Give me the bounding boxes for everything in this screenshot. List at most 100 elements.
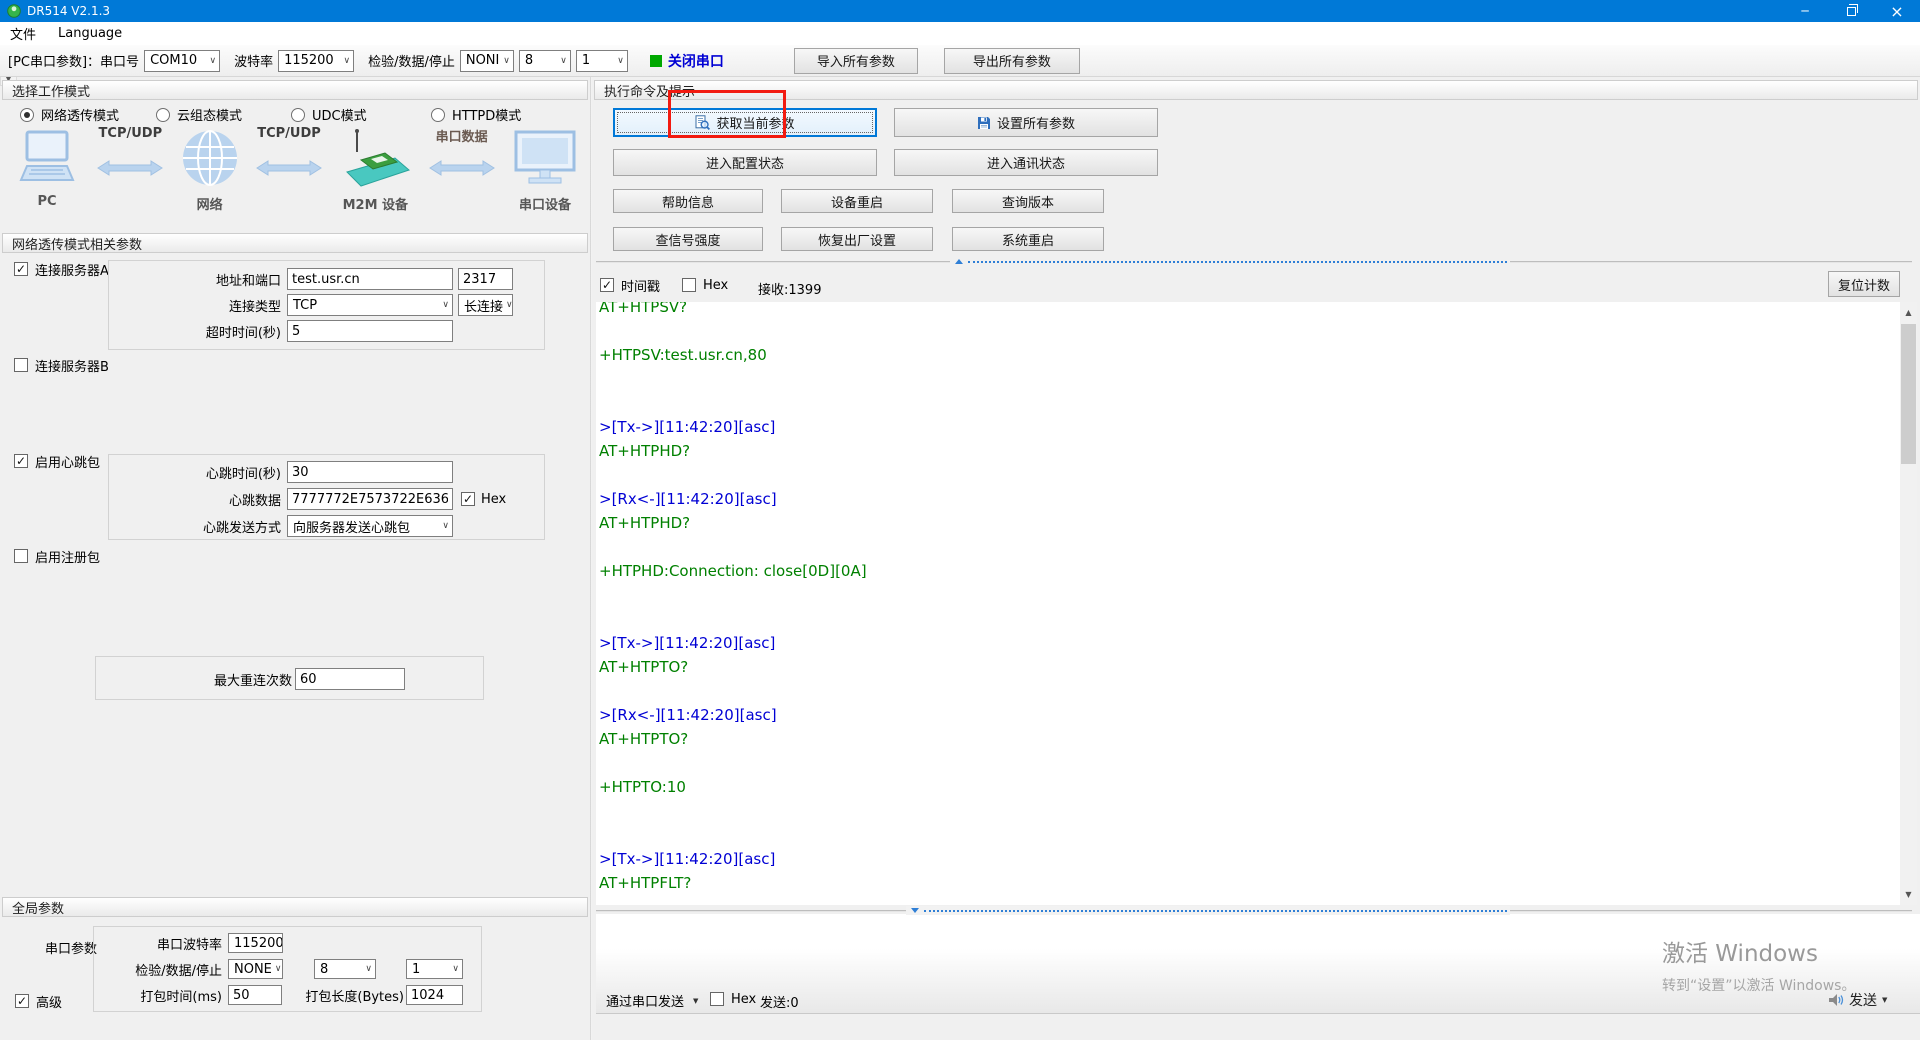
- stopbits-value: 1: [582, 53, 590, 68]
- radio-icon: [431, 108, 445, 122]
- panel-divider[interactable]: [590, 77, 592, 1040]
- export-params-button[interactable]: 导出所有参数: [944, 48, 1080, 74]
- watermark-line2: 转到“设置”以激活 Windows。: [1662, 975, 1855, 995]
- menu-file[interactable]: 文件: [10, 24, 36, 43]
- checkbox-checked-icon[interactable]: ✓: [461, 492, 475, 506]
- server-a-label: 连接服务器A: [35, 260, 109, 279]
- log-bottom-splitter-handle[interactable]: [906, 906, 1510, 915]
- g-baud-select[interactable]: 115200 ∨: [228, 933, 283, 953]
- log-line: AT+HTPHD?: [596, 439, 1900, 463]
- work-mode-header: 选择工作模式: [2, 80, 588, 100]
- com-port-select[interactable]: COM10 ∨: [144, 50, 220, 72]
- g-databits-select[interactable]: 8 ∨: [314, 959, 376, 979]
- hb-mode-select[interactable]: 向服务器发送心跳包 ∨: [287, 515, 453, 537]
- server-port-input[interactable]: [458, 268, 513, 290]
- pack-len-input[interactable]: [406, 985, 463, 1005]
- commands-header: 执行命令及提示: [594, 80, 1918, 100]
- timestamp-checkbox-row[interactable]: ✓ 时间戳: [600, 277, 660, 293]
- scrollbar-thumb[interactable]: [1901, 324, 1916, 464]
- hb-hex-checkbox-row[interactable]: ✓ Hex: [461, 492, 506, 507]
- g-stopbits-select[interactable]: 1 ∨: [406, 959, 463, 979]
- conn-type-select[interactable]: TCP ∨: [287, 294, 453, 316]
- databits-select[interactable]: 8 ∨: [519, 50, 571, 72]
- log-top-splitter-handle[interactable]: [950, 257, 1510, 266]
- enter-config-button[interactable]: 进入配置状态: [613, 149, 877, 176]
- double-arrow-icon: [256, 160, 322, 176]
- work-mode-option[interactable]: 网络透传模式: [20, 105, 119, 124]
- dropdown-arrow-icon: ▼: [1882, 996, 1887, 1004]
- timestamp-label: 时间戳: [621, 276, 660, 295]
- baud-select[interactable]: 115200 ∨: [278, 50, 354, 72]
- hb-data-input[interactable]: [287, 488, 453, 510]
- menu-language[interactable]: Language: [58, 26, 122, 41]
- heartbeat-checkbox-row[interactable]: ✓ 启用心跳包: [14, 453, 100, 469]
- maximize-button[interactable]: [1828, 0, 1874, 22]
- log-hex-checkbox-row[interactable]: Hex: [682, 277, 728, 293]
- reset-counter-button[interactable]: 复位计数: [1828, 271, 1900, 297]
- server-a-checkbox-row[interactable]: ✓ 连接服务器A: [14, 261, 109, 277]
- app-icon: [7, 4, 21, 18]
- checkbox-unchecked-icon[interactable]: [710, 992, 724, 1006]
- query-version-button[interactable]: 查询版本: [952, 189, 1104, 213]
- checkbox-unchecked-icon[interactable]: [14, 358, 28, 372]
- import-params-button[interactable]: 导入所有参数: [794, 48, 918, 74]
- send-via-serial-dropdown[interactable]: 通过串口发送 ▼: [606, 991, 698, 1010]
- checkbox-checked-icon[interactable]: ✓: [14, 262, 28, 276]
- parity-select[interactable]: NONI ∨: [460, 50, 514, 72]
- log-line: [596, 583, 1900, 607]
- serial-params-label: 串口参数: [45, 938, 97, 957]
- global-params-header: 全局参数: [2, 897, 588, 917]
- log-line: >[Tx->][11:42:20][asc]: [596, 631, 1900, 655]
- log-line: [596, 799, 1900, 823]
- checkbox-checked-icon[interactable]: ✓: [15, 994, 29, 1008]
- watermark-line1: 激活 Windows: [1662, 934, 1855, 968]
- timeout-input[interactable]: [287, 320, 453, 342]
- factory-reset-button[interactable]: 恢复出厂设置: [781, 227, 933, 251]
- close-serial-button[interactable]: 关闭串口: [668, 51, 724, 71]
- log-line: [596, 679, 1900, 703]
- minimize-button[interactable]: ─: [1782, 0, 1828, 22]
- work-mode-option[interactable]: UDC模式: [291, 105, 367, 124]
- register-checkbox-row[interactable]: 启用注册包: [14, 548, 100, 564]
- checkbox-checked-icon[interactable]: ✓: [600, 278, 614, 292]
- server-b-checkbox-row[interactable]: 连接服务器B: [14, 357, 109, 373]
- pack-time-input[interactable]: [228, 985, 282, 1005]
- advanced-checkbox-row[interactable]: ✓ 高级: [15, 993, 62, 1009]
- log-line: +HTPSV:test.usr.cn,80: [596, 343, 1900, 367]
- keepalive-select[interactable]: 长连接 ∨: [458, 294, 513, 316]
- titlebar[interactable]: DR514 V2.1.3 ─ ×: [0, 0, 1920, 22]
- stopbits-select[interactable]: 1 ∨: [576, 50, 628, 72]
- device-restart-button[interactable]: 设备重启: [781, 189, 933, 213]
- log-line: AT+HTPTO?: [596, 655, 1900, 679]
- set-all-params-button[interactable]: 设置所有参数: [894, 108, 1158, 137]
- log-area[interactable]: AT+HTPSV? +HTPSV:test.usr.cn,80 >[Tx->][…: [596, 302, 1900, 905]
- checkbox-checked-icon[interactable]: ✓: [14, 454, 28, 468]
- server-address-input[interactable]: [287, 268, 453, 290]
- enter-comm-button[interactable]: 进入通讯状态: [894, 149, 1158, 176]
- close-icon: ×: [1890, 2, 1903, 21]
- checkbox-unchecked-icon[interactable]: [14, 549, 28, 563]
- log-scrollbar[interactable]: ▲ ▼: [1900, 302, 1917, 905]
- chevron-down-icon: ∨: [557, 56, 570, 66]
- help-info-button[interactable]: 帮助信息: [613, 189, 763, 213]
- laptop-icon: [15, 124, 79, 188]
- work-mode-option[interactable]: 云组态模式: [156, 105, 242, 124]
- hb-time-input[interactable]: [287, 461, 453, 483]
- reconnect-input[interactable]: [295, 668, 405, 690]
- hb-hex-label: Hex: [481, 492, 506, 507]
- g-stopbits-value: 1: [412, 962, 420, 977]
- close-button[interactable]: ×: [1874, 0, 1920, 22]
- checkbox-unchecked-icon[interactable]: [682, 278, 696, 292]
- send-hex-checkbox-row[interactable]: Hex: [710, 991, 756, 1007]
- log-line: AT+HTPTO?: [596, 727, 1900, 751]
- scroll-down-button[interactable]: ▼: [1900, 886, 1917, 903]
- timeout-label: 超时时间(秒): [109, 322, 281, 341]
- check-icon: ✓: [16, 455, 26, 467]
- work-mode-option[interactable]: HTTPD模式: [431, 105, 521, 124]
- scroll-up-button[interactable]: ▲: [1900, 304, 1917, 321]
- system-restart-button[interactable]: 系统重启: [952, 227, 1104, 251]
- radio-icon: [156, 108, 170, 122]
- query-signal-button[interactable]: 查信号强度: [613, 227, 763, 251]
- collapse-up-icon: [955, 259, 963, 264]
- g-parity-select[interactable]: NONE ∨: [228, 959, 283, 979]
